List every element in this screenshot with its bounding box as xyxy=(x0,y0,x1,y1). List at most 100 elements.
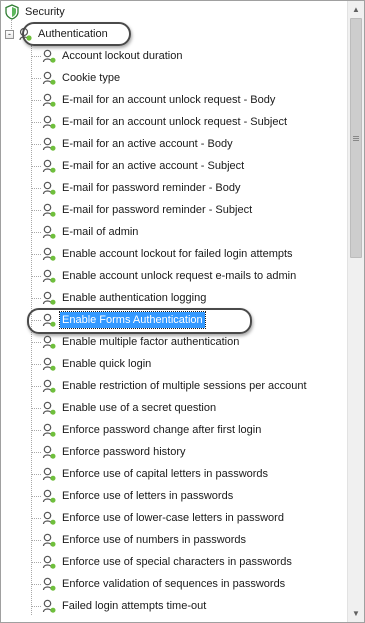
tree-connector xyxy=(32,474,41,475)
tree-node-label: Enforce password change after first logi… xyxy=(62,424,262,436)
tree-node-label: Enforce validation of sequences in passw… xyxy=(62,578,286,590)
setting-node-icon xyxy=(41,290,57,306)
tree-node-setting[interactable]: Enable quick login xyxy=(41,354,153,374)
tree-node-label: Enforce use of lower-case letters in pas… xyxy=(62,512,284,524)
setting-node-icon xyxy=(41,576,57,592)
tree-node-setting[interactable]: Enforce use of numbers in passwords xyxy=(41,530,248,550)
tree-node-setting[interactable]: E-mail for an account unlock request - S… xyxy=(41,112,289,132)
tree-node-label: Enable quick login xyxy=(62,358,152,370)
setting-node-icon xyxy=(41,70,57,86)
setting-node-icon xyxy=(41,224,57,240)
tree-connector xyxy=(32,452,41,453)
tree-connector xyxy=(32,562,41,563)
tree-node-label: Enable account lockout for failed login … xyxy=(62,248,293,260)
tree-connector xyxy=(32,540,41,541)
tree-node-setting[interactable]: E-mail for password reminder - Subject xyxy=(41,200,254,220)
setting-node-icon xyxy=(41,334,57,350)
tree-node-setting[interactable]: E-mail for password reminder - Body xyxy=(41,178,243,198)
tree-node-setting[interactable]: Enable multiple factor authentication xyxy=(41,332,241,352)
tree-connector xyxy=(32,298,41,299)
tree-node-setting[interactable]: Enable restriction of multiple sessions … xyxy=(41,376,309,396)
grip-icon xyxy=(353,135,359,141)
tree-connector xyxy=(32,122,41,123)
tree-node-setting[interactable]: Enable Forms Authentication xyxy=(41,310,206,330)
tree-connector xyxy=(32,518,41,519)
tree-node-label: Enable use of a secret question xyxy=(62,402,217,414)
tree-node-setting[interactable]: Enforce use of capital letters in passwo… xyxy=(41,464,270,484)
tree-node-label: Failed login attempts time-out xyxy=(62,600,207,612)
tree-node-setting[interactable]: Enable account unlock request e-mails to… xyxy=(41,266,298,286)
setting-node-icon xyxy=(41,532,57,548)
tree-connector xyxy=(32,188,41,189)
tree-node-setting[interactable]: E-mail for an account unlock request - B… xyxy=(41,90,277,110)
settings-tree: Security - Authentication Account lockou… xyxy=(1,1,347,622)
tree-node-label: Enable multiple factor authentication xyxy=(62,336,240,348)
vertical-scrollbar[interactable]: ▲ ▼ xyxy=(347,1,364,622)
setting-node-icon xyxy=(41,202,57,218)
collapse-toggle[interactable]: - xyxy=(5,29,14,39)
tree-node-setting[interactable]: Enable authentication logging xyxy=(41,288,208,308)
tree-connector xyxy=(32,584,41,585)
arrow-down-icon: ▼ xyxy=(352,609,360,618)
tree-connector xyxy=(32,430,41,431)
tree-node-setting[interactable]: Enforce password history xyxy=(41,442,188,462)
setting-node-icon xyxy=(41,466,57,482)
tree-connector xyxy=(32,342,41,343)
highlight-callout xyxy=(22,22,131,46)
tree-connector xyxy=(32,210,41,211)
shield-icon xyxy=(4,4,20,20)
tree-node-setting[interactable]: Account lockout duration xyxy=(41,46,184,66)
tree-connector xyxy=(32,320,41,321)
scroll-down-button[interactable]: ▼ xyxy=(348,605,364,622)
tree-node-label: Enforce use of numbers in passwords xyxy=(62,534,247,546)
tree-node-setting[interactable]: E-mail for an active account - Subject xyxy=(41,156,246,176)
tree-node-setting[interactable]: E-mail of admin xyxy=(41,222,140,242)
tree-connector xyxy=(32,276,41,277)
setting-node-icon xyxy=(41,268,57,284)
tree-node-security[interactable]: Security xyxy=(4,2,67,22)
tree-connector xyxy=(32,408,41,409)
tree-connector xyxy=(32,496,41,497)
tree-node-label: Enforce use of letters in passwords xyxy=(62,490,234,502)
tree-node-label: Enable Forms Authentication xyxy=(59,311,206,329)
tree-node-setting[interactable]: Enforce password change after first logi… xyxy=(41,420,263,440)
tree-node-setting[interactable]: Enforce use of special characters in pas… xyxy=(41,552,294,572)
setting-node-icon xyxy=(41,312,57,328)
tree-node-setting[interactable]: E-mail for an active account - Body xyxy=(41,134,235,154)
setting-node-icon xyxy=(41,356,57,372)
arrow-up-icon: ▲ xyxy=(352,5,360,14)
setting-node-icon xyxy=(41,246,57,262)
tree-node-label: E-mail for an active account - Subject xyxy=(62,160,245,172)
setting-node-icon xyxy=(41,488,57,504)
tree-node-setting[interactable]: Enforce validation of sequences in passw… xyxy=(41,574,287,594)
setting-node-icon xyxy=(41,48,57,64)
tree-connector xyxy=(32,232,41,233)
tree-node-label: E-mail of admin xyxy=(62,226,139,238)
setting-node-icon xyxy=(41,510,57,526)
tree-node-label: Enable restriction of multiple sessions … xyxy=(62,380,307,392)
setting-node-icon xyxy=(41,598,57,614)
setting-node-icon xyxy=(41,114,57,130)
tree-node-setting[interactable]: Enable account lockout for failed login … xyxy=(41,244,295,264)
tree-node-label: Cookie type xyxy=(62,72,121,84)
tree-node-label: E-mail for password reminder - Subject xyxy=(62,204,253,216)
setting-node-icon xyxy=(41,554,57,570)
tree-connector xyxy=(32,56,41,57)
tree-node-setting[interactable]: Enforce use of letters in passwords xyxy=(41,486,235,506)
tree-connector xyxy=(32,254,41,255)
tree-node-setting[interactable]: Cookie type xyxy=(41,68,122,88)
setting-node-icon xyxy=(41,422,57,438)
setting-node-icon xyxy=(41,158,57,174)
tree-connector xyxy=(32,166,41,167)
tree-node-setting[interactable]: Enable use of a secret question xyxy=(41,398,218,418)
scroll-thumb[interactable] xyxy=(350,18,362,258)
tree-node-label: Enforce password history xyxy=(62,446,186,458)
tree-node-setting[interactable]: Failed login attempts time-out xyxy=(41,596,208,616)
tree-node-label: Security xyxy=(25,6,65,18)
tree-node-label: E-mail for an account unlock request - B… xyxy=(62,94,276,106)
scroll-up-button[interactable]: ▲ xyxy=(348,1,364,18)
setting-node-icon xyxy=(41,180,57,196)
tree-node-setting[interactable]: Enforce use of lower-case letters in pas… xyxy=(41,508,286,528)
tree-connector xyxy=(32,386,41,387)
tree-node-label: Account lockout duration xyxy=(62,50,183,62)
